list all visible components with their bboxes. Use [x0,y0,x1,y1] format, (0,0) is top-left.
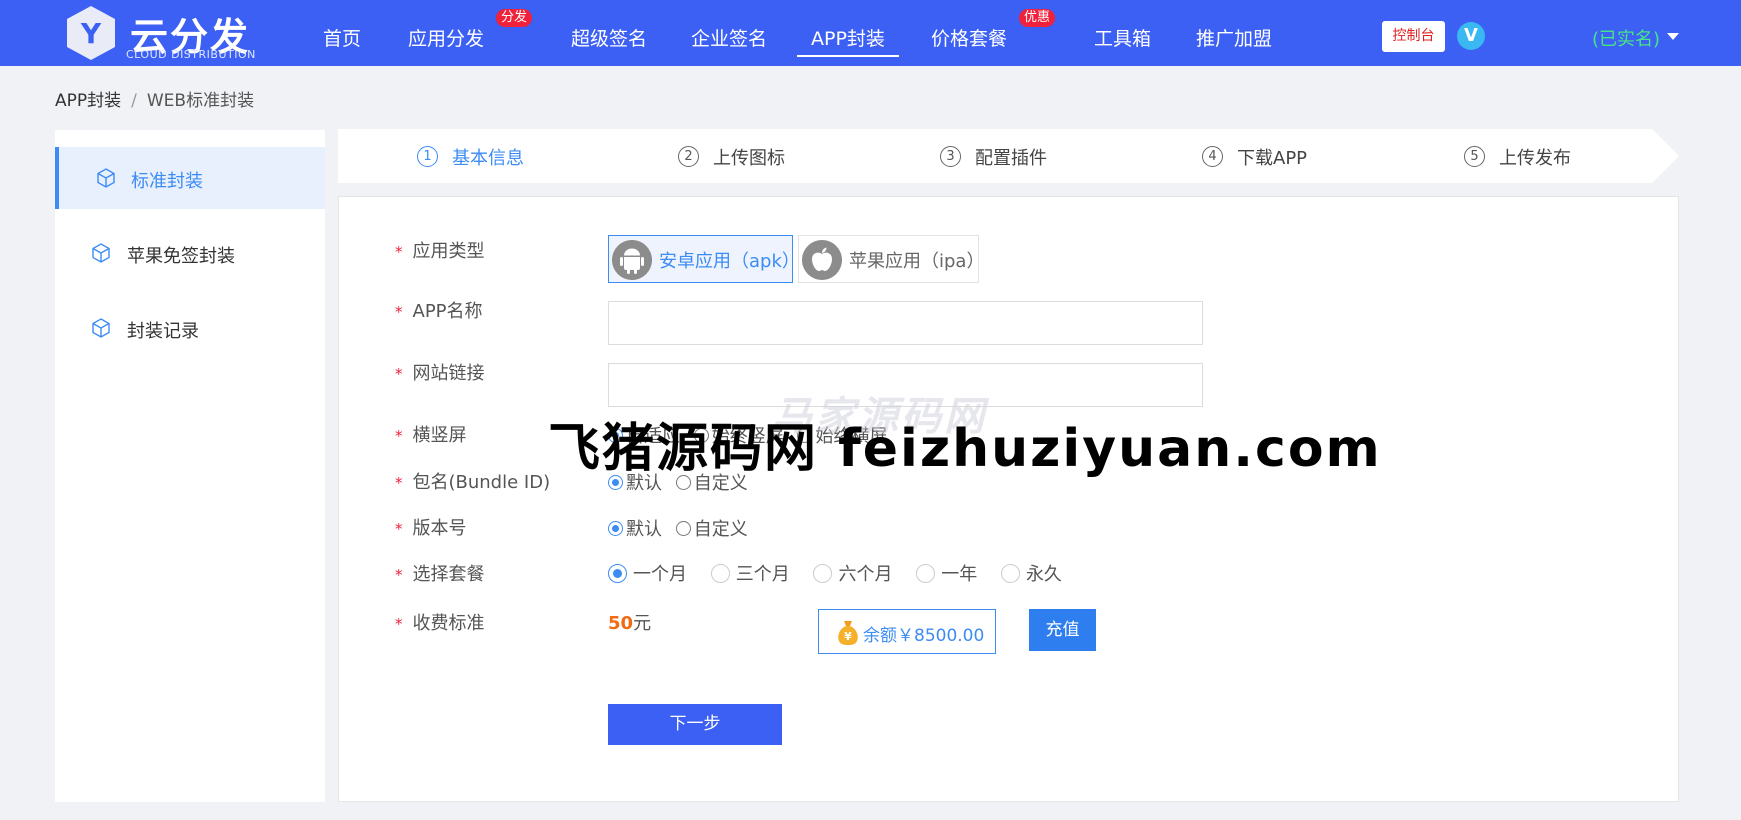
android-icon [612,240,652,280]
android-app-option[interactable]: 安卓应用（apk） [608,235,800,283]
package-radio-permanent[interactable] [1000,563,1020,583]
fee-value: 50元 [608,609,651,635]
logo-mark: Y [80,17,102,50]
required-mark: * [395,365,403,383]
package-option-label: 六个月 [838,564,893,585]
step-label: 基本信息 [452,148,524,169]
android-option-label: 安卓应用（apk） [659,251,800,272]
sidebar-item-apple-packaging[interactable]: 苹果免签封装 [55,222,325,284]
top-nav-bar: Y 云分发 CLOUD DISTRIBUTION 首页 应用分发 分发 超级签名… [0,0,1741,66]
app-type-label: * 应用类型 [395,241,485,262]
balance-text: 余额￥8500.00 [863,626,985,646]
required-mark: * [395,566,403,584]
package-option-label: 永久 [1025,564,1062,585]
package-radio-group: 一个月 三个月 六个月 一年 永久 [608,560,1080,586]
recharge-button[interactable]: 充值 [1029,609,1096,651]
nav-toolbox[interactable]: 工具箱 [1094,24,1151,51]
package-option-label: 一年 [941,564,978,585]
version-option-label: 默认 [626,519,662,540]
apple-app-option[interactable]: 苹果应用（ipa） [798,235,984,283]
console-button[interactable]: 控制台 [1382,21,1445,52]
logo-subtitle: CLOUD DISTRIBUTION [126,48,256,61]
site-watermark: 飞猪源码网 feizhuziyuan.com [548,419,1382,479]
nav-enterprise-signature[interactable]: 企业签名 [691,24,767,51]
step-label: 下载APP [1237,148,1308,169]
step-number: 1 [417,146,438,167]
nav-affiliate[interactable]: 推广加盟 [1196,24,1272,51]
required-mark: * [395,520,403,538]
package-option-label: 三个月 [735,564,790,585]
breadcrumb-root[interactable]: APP封装 [55,91,121,111]
apple-icon [802,240,842,280]
package-label: * 选择套餐 [395,564,485,585]
sidebar-item-label: 标准封装 [131,171,203,192]
step-label: 配置插件 [975,148,1047,169]
cube-icon [97,168,115,188]
logo-hexagon-icon: Y [67,6,115,60]
nav-app-distribution[interactable]: 应用分发 [408,24,484,51]
apple-option-label: 苹果应用（ipa） [849,251,985,272]
balance-display: ¥ 余额￥8500.00 [818,609,996,654]
sidebar-item-standard-packaging[interactable]: 标准封装 [55,147,325,209]
required-mark: * [395,303,403,321]
version-radio-default[interactable] [608,520,623,536]
app-name-label: * APP名称 [395,301,483,322]
money-bag-icon: ¥ [838,621,858,645]
vip-v-icon[interactable]: V [1457,22,1485,50]
breadcrumb-current: WEB标准封装 [146,91,255,111]
user-verified-status[interactable]: (已实名) [1592,25,1660,51]
sidebar-item-label: 苹果免签封装 [127,246,235,267]
nav-pricing[interactable]: 价格套餐 [931,24,1007,51]
package-radio-3-months[interactable] [710,563,730,583]
version-radio-custom[interactable] [675,520,691,536]
cube-icon [92,243,110,263]
nav-home[interactable]: 首页 [323,24,361,51]
required-mark: * [395,243,403,261]
fee-amount: 50 [608,613,634,634]
step-number: 4 [1202,146,1223,167]
next-step-button[interactable]: 下一步 [608,704,782,745]
package-option-label: 一个月 [633,564,687,585]
nav-badge-discount: 优惠 [1019,9,1056,27]
package-radio-1-year[interactable] [916,563,936,583]
version-radio-group: 默认 自定义 [608,515,756,541]
nav-badge-distribution: 分发 [496,9,533,27]
orientation-label: * 横竖屏 [395,425,467,446]
package-radio-6-months[interactable] [813,563,833,583]
bundle-id-label: * 包名(Bundle ID) [395,472,551,493]
step-label: 上传图标 [713,148,785,169]
nav-super-signature[interactable]: 超级签名 [571,24,647,51]
step-number: 2 [678,146,699,167]
cube-icon [92,318,110,338]
sidebar: 标准封装 苹果免签封装 封装记录 [55,130,325,802]
package-radio-1-month[interactable] [608,563,627,583]
svg-text:¥: ¥ [844,630,852,643]
logo[interactable]: Y 云分发 CLOUD DISTRIBUTION [62,4,255,62]
app-name-input[interactable] [608,301,1203,345]
nav-app-packaging[interactable]: APP封装 [797,24,899,57]
step-indicator: 1 基本信息 2 上传图标 3 配置插件 4 下载APP 5 上传发布 [338,129,1679,183]
version-option-label: 自定义 [693,519,748,540]
caret-down-icon[interactable] [1667,33,1679,40]
required-mark: * [395,474,403,492]
breadcrumb: APP封装 / WEB标准封装 [55,86,254,111]
sidebar-item-label: 封装记录 [127,321,199,342]
fee-unit: 元 [633,613,652,634]
version-label: * 版本号 [395,518,467,539]
required-mark: * [395,427,403,445]
required-mark: * [395,615,403,633]
site-url-label: * 网站链接 [395,363,485,384]
form-panel: * 应用类型 安卓应用（apk） 苹果应用（ipa） * APP名称 * 网站链接 *… [338,196,1679,802]
breadcrumb-separator: / [131,91,137,111]
step-number: 3 [940,146,961,167]
step-label: 上传发布 [1499,148,1571,169]
fee-label: * 收费标准 [395,613,485,634]
sidebar-item-packaging-records[interactable]: 封装记录 [55,297,325,359]
step-number: 5 [1464,146,1485,167]
